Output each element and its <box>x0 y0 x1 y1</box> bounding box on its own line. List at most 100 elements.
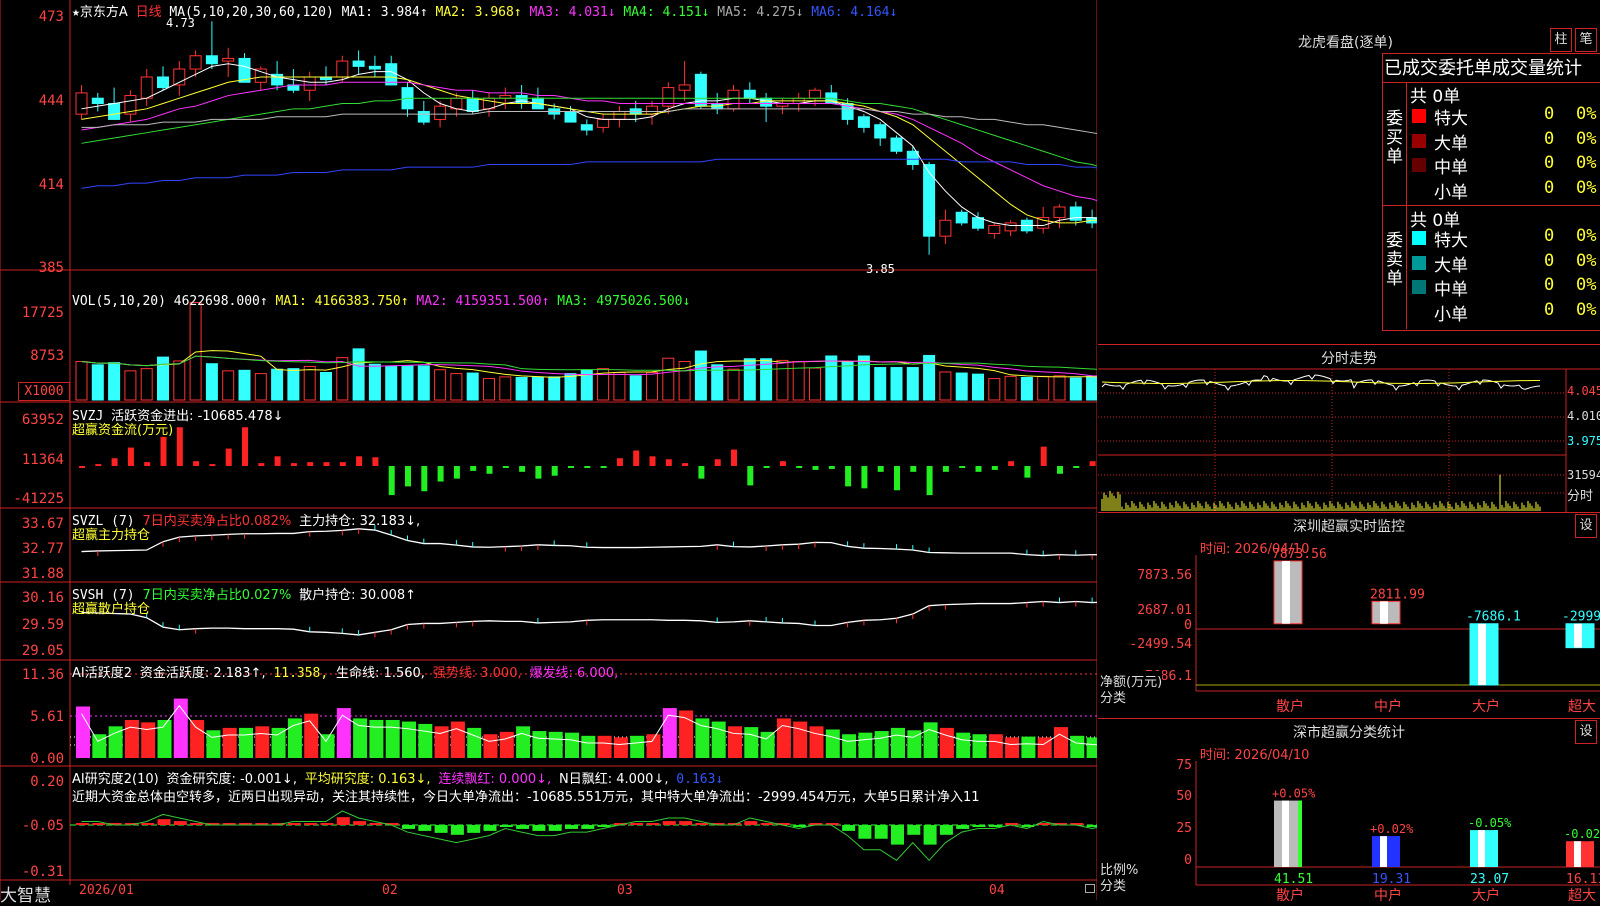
research-bar <box>369 823 383 826</box>
intraday-panel[interactable]: 分时走势 4.045 4.010 3.975 315947 分时 <box>1098 344 1600 513</box>
order-count: 0 <box>1544 177 1555 198</box>
bar-mode-button[interactable]: 柱 <box>1550 28 1572 52</box>
volume-bar <box>205 363 218 401</box>
activity-bar <box>1086 737 1097 758</box>
svzl-tick: 31.88 <box>21 566 64 582</box>
date-tick: 2026/01 <box>79 883 134 898</box>
volume-bar <box>157 356 169 401</box>
candle-body <box>385 63 398 86</box>
volume-bar <box>140 368 153 401</box>
net-amount-bar-shine <box>1574 623 1582 648</box>
ratio-bar-shine <box>1282 800 1289 867</box>
fund-flow-bar <box>421 466 428 492</box>
sz-class-panel: 深市超赢分类统计 设 时间: 2026/04/10 75 50 25 0 比例%… <box>1098 718 1600 901</box>
candle-body <box>857 116 870 128</box>
research-bar <box>956 825 970 829</box>
volume-bar <box>629 375 642 401</box>
research-bar <box>597 825 611 828</box>
volume-bar <box>531 376 544 401</box>
candle-body <box>646 105 658 115</box>
ratio-bar-shine <box>1478 830 1485 867</box>
ratio-change-label: -0.02% <box>1564 827 1600 841</box>
activity-bar <box>353 718 368 758</box>
category-label: 散户 <box>1276 698 1304 715</box>
fund-flow-bar <box>910 466 917 472</box>
lock-icon[interactable] <box>1085 884 1095 893</box>
fund-flow-bar <box>160 436 167 467</box>
order-stat-row: 小单 0 0% <box>1410 299 1600 325</box>
activity-bar <box>499 731 514 758</box>
activity-bar <box>809 726 824 758</box>
stock-name[interactable]: 京东方A <box>80 5 128 20</box>
sz-monitor-chart-svg[interactable]: 7873.56 散户 2811.99 中户 -7686.1 大户 -2999.45 超大 <box>1098 513 1600 719</box>
svzl-tick: 32.77 <box>21 541 64 557</box>
candle-body <box>613 110 626 120</box>
order-color-swatch <box>1412 182 1426 197</box>
order-color-swatch <box>1412 280 1426 294</box>
research-bar <box>467 825 481 833</box>
ratio-bar-edge <box>1298 800 1302 867</box>
candle-body <box>906 150 919 166</box>
fund-flow-bar <box>877 466 884 472</box>
volume-bar <box>336 357 349 401</box>
research-bar <box>320 823 334 826</box>
ai-research-v4: N日飘红: 4.000↓, <box>558 772 669 787</box>
fund-flow-bar <box>616 458 623 467</box>
svsh-hold: 散户持仓: 30.008↑ <box>299 588 417 603</box>
volume-bar <box>417 365 430 401</box>
activity-bar <box>418 723 433 758</box>
candle-body <box>108 103 121 120</box>
fund-flow-bar <box>959 466 966 469</box>
order-color-swatch <box>1412 158 1426 172</box>
vol-header: VOL(5,10,20) 4622698.000↑ MA1: 4166383.7… <box>72 294 690 309</box>
tick-mode-button[interactable]: 笔 <box>1575 28 1597 52</box>
fund-flow-bar <box>356 456 363 467</box>
candle-body <box>352 60 365 67</box>
activity-bar <box>825 729 840 758</box>
intraday-tick: 4.010 <box>1567 409 1600 423</box>
ai-active-tick: 0.00 <box>30 751 64 767</box>
svsh-tick: 30.16 <box>21 590 64 606</box>
ratio-value-label: 16.11 <box>1566 872 1600 887</box>
order-type-label: 小单 <box>1434 304 1468 325</box>
research-bar <box>434 825 448 833</box>
activity-bar <box>287 718 302 758</box>
volume-bar <box>694 350 707 401</box>
order-pct: 0% <box>1576 299 1597 320</box>
order-pct: 0% <box>1576 275 1597 295</box>
kline-header: ★京东方A 日线 MA(5,10,20,30,60,120) MA1: 3.98… <box>72 1 897 20</box>
category-label: 大户 <box>1472 698 1500 715</box>
fund-flow-bar <box>682 463 689 467</box>
vol-unit-badge[interactable]: X1000 <box>18 382 70 401</box>
fund-flow-bar <box>763 466 770 469</box>
research-bar <box>907 825 921 835</box>
candle-body <box>874 124 887 139</box>
activity-bar <box>776 718 791 758</box>
vol-ma-line <box>81 355 1097 372</box>
candle-body <box>303 76 316 91</box>
kline-chart-svg[interactable]: 4.73 3.85 <box>0 0 1097 900</box>
category-label: 大户 <box>1472 887 1500 901</box>
main-chart-area[interactable]: 4.73 3.85 ★京东方A 日线 MA(5,10,20,30,60,120)… <box>0 0 1097 906</box>
favorite-star-icon[interactable]: ★ <box>72 5 80 20</box>
ai-active-v1: 资金活跃度: 2.183↑, <box>139 666 266 681</box>
period-label[interactable]: 日线 <box>136 5 162 20</box>
svsh-subtitle: 超赢散户持仓 <box>72 602 151 617</box>
research-bar <box>744 821 758 826</box>
activity-bar <box>939 727 954 758</box>
intraday-chart-svg[interactable] <box>1098 345 1600 513</box>
fund-flow-bar <box>926 466 933 496</box>
candle-body <box>580 124 593 131</box>
volume-bar <box>75 361 88 401</box>
sz-class-chart-svg[interactable]: +0.05% 41.51散户 +0.02% 19.31中户 -0.05% 23.07大户 -… <box>1098 719 1600 901</box>
fund-flow-bar <box>519 466 526 472</box>
footer-brand[interactable]: 大智慧 <box>0 881 51 906</box>
category-label: 超大 <box>1568 888 1596 901</box>
fund-flow-bar <box>1073 466 1080 469</box>
research-bar <box>157 819 171 826</box>
fund-flow-bar <box>323 462 330 467</box>
volume-bar <box>222 370 235 401</box>
fund-flow-bar <box>274 456 281 467</box>
ratio-bar-edge <box>1494 830 1498 867</box>
research-bar <box>581 825 595 829</box>
